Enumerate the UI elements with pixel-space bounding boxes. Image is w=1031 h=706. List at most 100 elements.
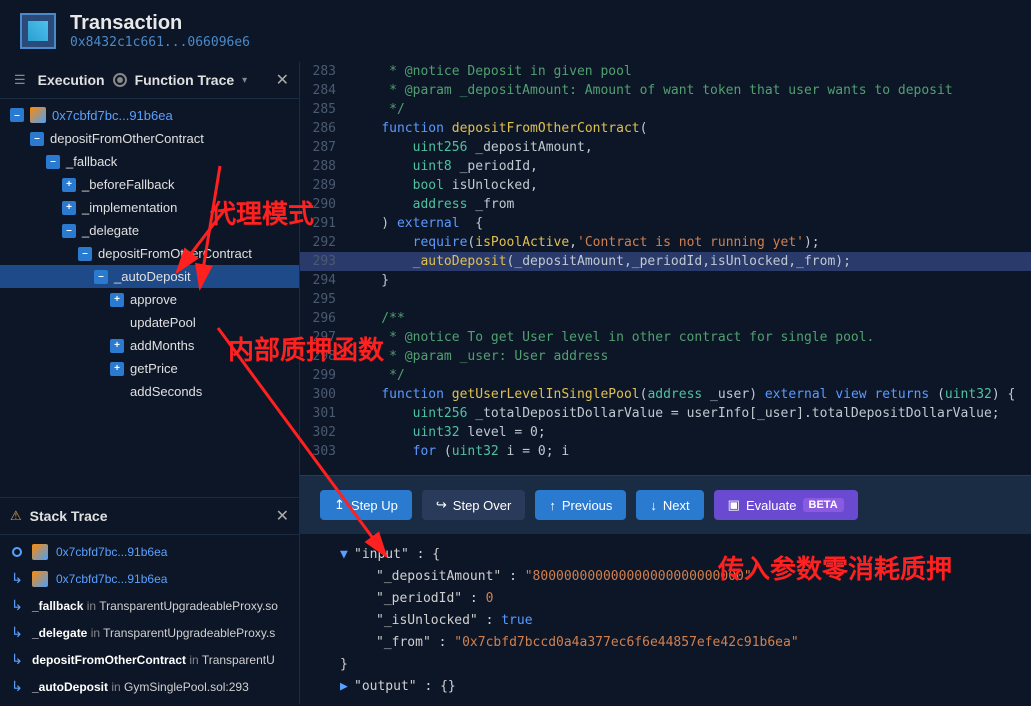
line-number: 291 — [300, 214, 350, 233]
contract-icon — [32, 544, 48, 560]
line-number: 286 — [300, 119, 350, 138]
close-icon[interactable]: ✕ — [276, 70, 289, 90]
collapse-icon[interactable] — [94, 270, 108, 284]
function-trace-label[interactable]: Function Trace — [135, 72, 235, 88]
stack-row[interactable]: ↳_fallback in TransparentUpgradeableProx… — [0, 592, 299, 619]
tree-label: depositFromOtherContract — [98, 246, 252, 261]
code-line[interactable]: 302 uint32 level = 0; — [300, 423, 1031, 442]
code-line[interactable]: 291 ) external { — [300, 214, 1031, 233]
output-panel[interactable]: ▼"input" : { "_depositAmount" : "8000000… — [300, 534, 1031, 704]
tree-item[interactable]: updatePool — [0, 311, 299, 334]
expand-icon[interactable]: ▶ — [340, 676, 354, 698]
expand-icon[interactable] — [110, 293, 124, 307]
chevron-down-icon[interactable]: ▾ — [242, 75, 247, 86]
tree-item[interactable]: _fallback — [0, 150, 299, 173]
tree-root[interactable]: 0x7cbfd7bc...91b6ea — [0, 103, 299, 127]
tree-item[interactable]: getPrice — [0, 357, 299, 380]
code-line[interactable]: 288 uint8 _periodId, — [300, 157, 1031, 176]
line-number: 284 — [300, 81, 350, 100]
code-line[interactable]: 292 require(isPoolActive,'Contract is no… — [300, 233, 1031, 252]
line-number: 294 — [300, 271, 350, 290]
transaction-hash[interactable]: 0x8432c1c661...066096e6 — [70, 35, 250, 50]
line-number: 303 — [300, 442, 350, 461]
tree-item[interactable]: addSeconds — [0, 380, 299, 403]
code-line[interactable]: 300 function getUserLevelInSinglePool(ad… — [300, 385, 1031, 404]
code-line[interactable]: 303 for (uint32 i = 0; i — [300, 442, 1031, 461]
right-panel: 283 * @notice Deposit in given pool284 *… — [300, 62, 1031, 704]
expand-icon[interactable] — [110, 339, 124, 353]
transaction-icon — [20, 13, 56, 49]
close-icon[interactable]: ✕ — [276, 506, 289, 526]
expand-icon[interactable] — [62, 178, 76, 192]
collapse-icon[interactable] — [10, 108, 24, 122]
line-number: 285 — [300, 100, 350, 119]
code-line[interactable]: 290 address _from — [300, 195, 1031, 214]
collapse-icon[interactable] — [46, 155, 60, 169]
stack-row[interactable]: ↳_delegate in TransparentUpgradeableProx… — [0, 619, 299, 646]
line-number: 288 — [300, 157, 350, 176]
code-line[interactable]: 294 } — [300, 271, 1031, 290]
tree-item[interactable]: _implementation — [0, 196, 299, 219]
stack-text: _autoDeposit in GymSinglePool.sol:293 — [32, 680, 249, 694]
evaluate-button[interactable]: ▣EvaluateBETA — [714, 490, 858, 520]
execution-panel-header: ☰ Execution Function Trace ▾ ✕ — [0, 62, 299, 99]
return-icon: ↳ — [11, 570, 23, 587]
arrow-down-icon: ↓ — [650, 498, 657, 513]
tree-label: updatePool — [130, 315, 196, 330]
code-line[interactable]: 286 function depositFromOtherContract( — [300, 119, 1031, 138]
line-number: 292 — [300, 233, 350, 252]
stack-row[interactable]: ↳0x7cbfd7bc...91b6ea — [0, 565, 299, 592]
tree-item[interactable]: _autoDeposit — [0, 265, 299, 288]
stack-list: 0x7cbfd7bc...91b6ea↳0x7cbfd7bc...91b6ea↳… — [0, 535, 299, 704]
contract-icon — [32, 571, 48, 587]
tree-label: _implementation — [82, 200, 177, 215]
collapse-icon[interactable] — [78, 247, 92, 261]
expand-icon[interactable] — [110, 362, 124, 376]
call-tree: 0x7cbfd7bc...91b6ea depositFromOtherCont… — [0, 99, 299, 497]
code-line[interactable]: 284 * @param _depositAmount: Amount of w… — [300, 81, 1031, 100]
page-title: Transaction — [70, 12, 250, 35]
arrow-left-icon: ↑ — [549, 498, 556, 513]
arrow-up-icon: ↥ — [334, 497, 345, 513]
tree-item[interactable]: _beforeFallback — [0, 173, 299, 196]
tree-item[interactable]: depositFromOtherContract — [0, 127, 299, 150]
code-line[interactable]: 285 */ — [300, 100, 1031, 119]
code-line[interactable]: 283 * @notice Deposit in given pool — [300, 62, 1031, 81]
line-number: 287 — [300, 138, 350, 157]
line-number: 300 — [300, 385, 350, 404]
stack-row[interactable]: 0x7cbfd7bc...91b6ea — [0, 539, 299, 565]
line-number: 289 — [300, 176, 350, 195]
expand-icon[interactable] — [62, 201, 76, 215]
code-line[interactable]: 289 bool isUnlocked, — [300, 176, 1031, 195]
step-over-button[interactable]: ↪Step Over — [422, 490, 525, 520]
next-button[interactable]: ↓Next — [636, 490, 703, 520]
collapse-icon[interactable] — [30, 132, 44, 146]
tree-item[interactable]: approve — [0, 288, 299, 311]
previous-button[interactable]: ↑Previous — [535, 490, 626, 520]
step-up-button[interactable]: ↥Step Up — [320, 490, 412, 520]
execution-title: Execution — [38, 72, 105, 88]
collapse-icon[interactable] — [62, 224, 76, 238]
code-line[interactable]: 301 uint256 _totalDepositDollarValue = u… — [300, 404, 1031, 423]
line-number: 283 — [300, 62, 350, 81]
code-line[interactable]: 287 uint256 _depositAmount, — [300, 138, 1031, 157]
tree-item[interactable]: _delegate — [0, 219, 299, 242]
stack-text: _delegate in TransparentUpgradeableProxy… — [32, 626, 275, 640]
code-line[interactable]: 296 /** — [300, 309, 1031, 328]
code-line[interactable]: 299 */ — [300, 366, 1031, 385]
code-line[interactable]: 297 * @notice To get User level in other… — [300, 328, 1031, 347]
menu-icon[interactable]: ☰ — [10, 70, 30, 90]
code-line[interactable]: 295 — [300, 290, 1031, 309]
debug-toolbar: ↥Step Up ↪Step Over ↑Previous ↓Next ▣Eva… — [300, 475, 1031, 534]
code-editor[interactable]: 283 * @notice Deposit in given pool284 *… — [300, 62, 1031, 475]
line-number: 296 — [300, 309, 350, 328]
stack-row[interactable]: ↳_autoDeposit in GymSinglePool.sol:293 — [0, 673, 299, 700]
tree-item[interactable]: addMonths — [0, 334, 299, 357]
tree-item[interactable]: depositFromOtherContract — [0, 242, 299, 265]
code-line[interactable]: 293 _autoDeposit(_depositAmount,_periodI… — [300, 252, 1031, 271]
radio-icon[interactable] — [113, 73, 127, 87]
collapse-icon[interactable]: ▼ — [340, 544, 354, 566]
code-line[interactable]: 298 * @param _user: User address — [300, 347, 1031, 366]
stack-text: _fallback in TransparentUpgradeableProxy… — [32, 599, 278, 613]
stack-row[interactable]: ↳depositFromOtherContract in Transparent… — [0, 646, 299, 673]
